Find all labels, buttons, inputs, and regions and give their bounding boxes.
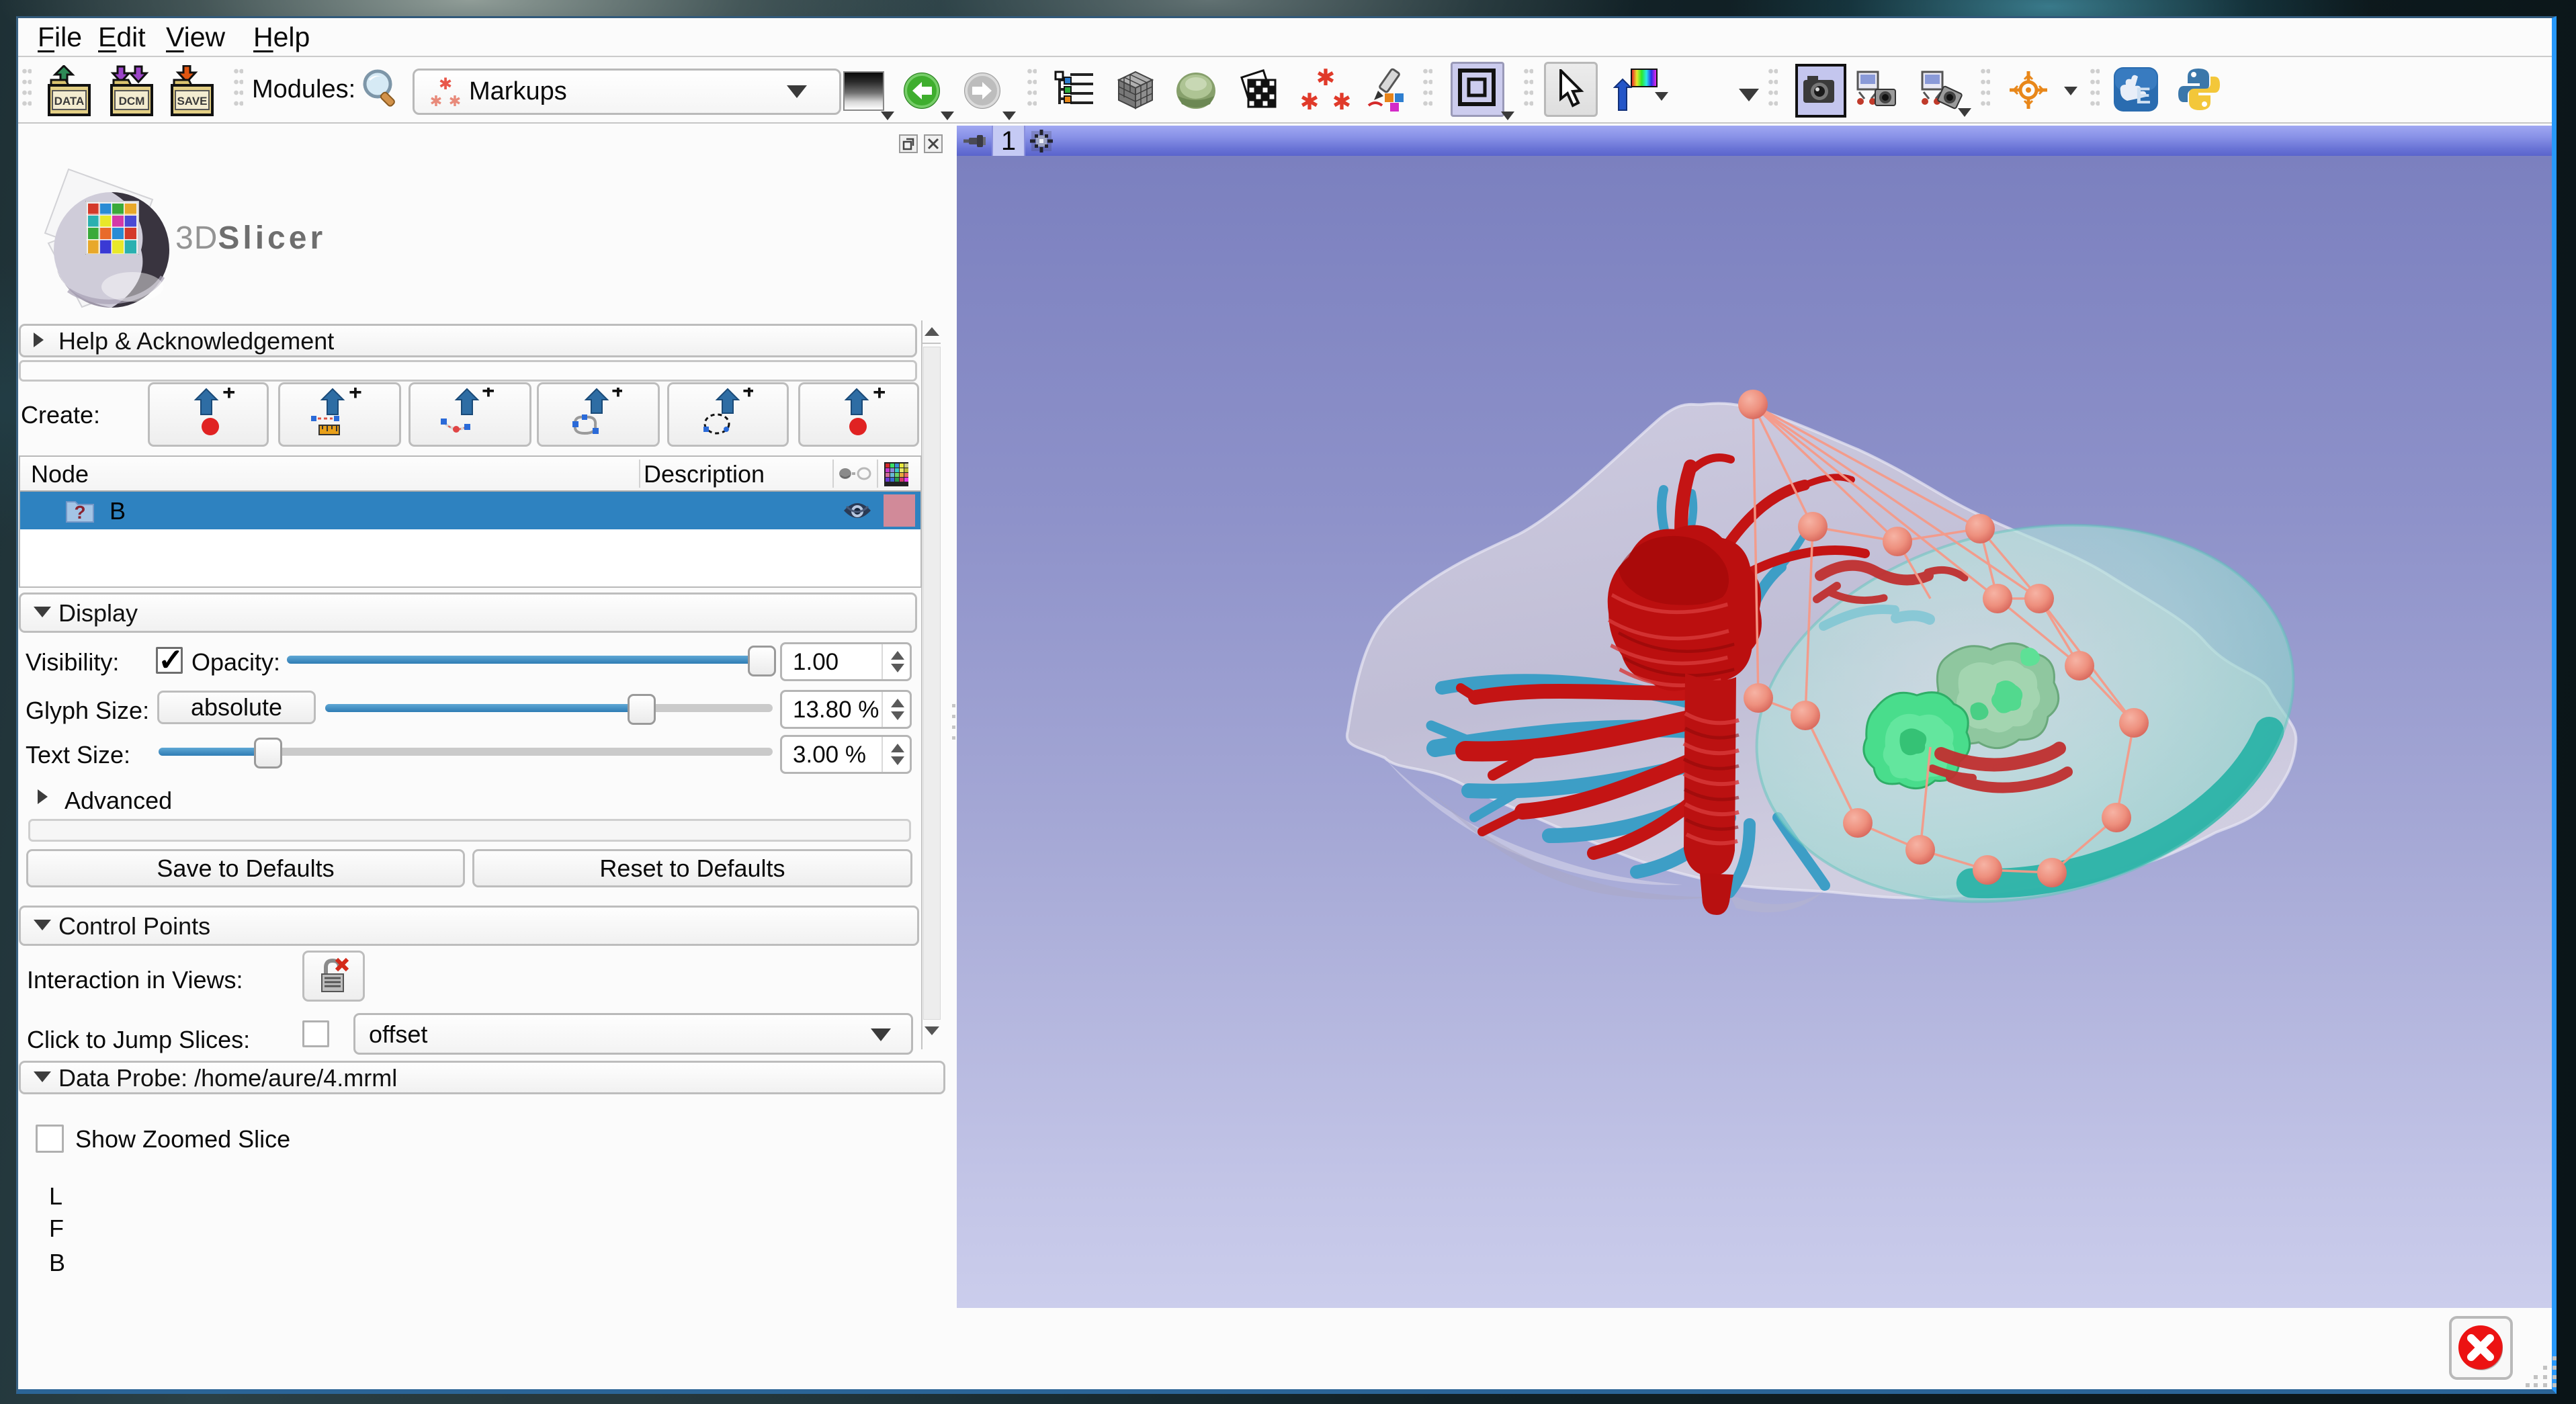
svg-text:DATA: DATA <box>54 95 85 107</box>
svg-text:SAVE: SAVE <box>177 95 207 107</box>
svg-text:+: + <box>611 388 622 404</box>
svg-text:DCM: DCM <box>119 95 145 107</box>
svg-text:✱: ✱ <box>1300 89 1320 114</box>
svg-text:E: E <box>2136 83 2151 109</box>
svg-text:+: + <box>349 388 362 405</box>
svg-text:?: ? <box>74 502 85 523</box>
svg-text:✱: ✱ <box>1316 67 1336 91</box>
svg-text:+: + <box>482 388 494 404</box>
svg-text:+: + <box>742 388 753 404</box>
svg-text:✱: ✱ <box>439 75 452 93</box>
svg-text:+: + <box>222 388 234 405</box>
svg-text:✱: ✱ <box>1332 89 1352 114</box>
svg-text:✱: ✱ <box>430 93 442 109</box>
svg-text:✱: ✱ <box>449 93 461 109</box>
svg-text:+: + <box>873 388 885 405</box>
